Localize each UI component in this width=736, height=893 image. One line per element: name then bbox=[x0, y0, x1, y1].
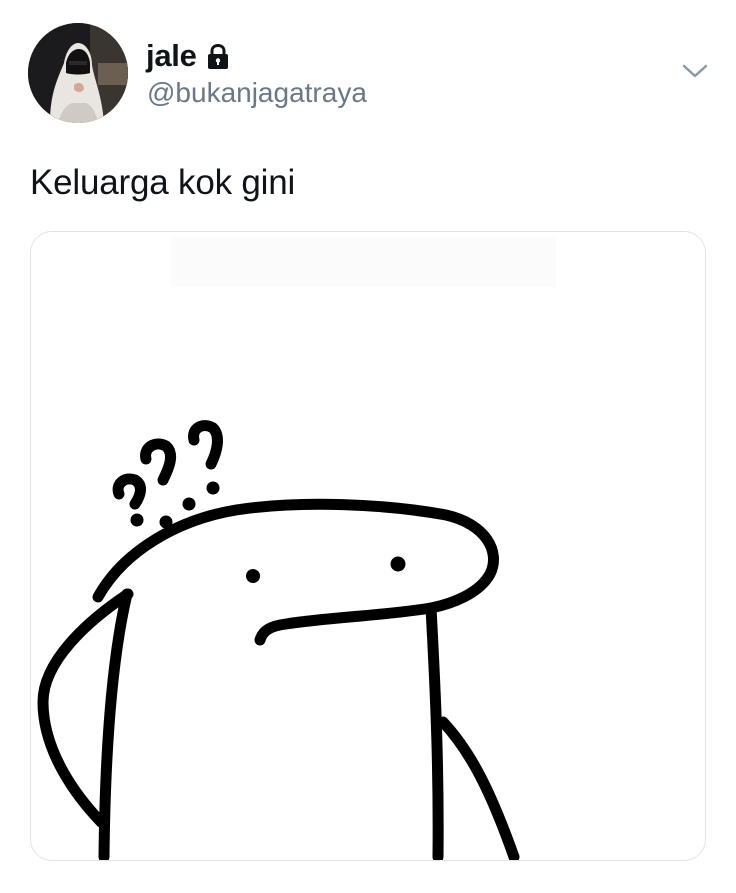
question-mark-dot-2 bbox=[159, 515, 173, 529]
avatar-image bbox=[28, 23, 128, 123]
question-mark-dot-1 bbox=[130, 513, 144, 527]
avatar[interactable] bbox=[28, 23, 128, 123]
tweet-media[interactable] bbox=[30, 231, 706, 861]
chevron-down-icon[interactable] bbox=[680, 58, 710, 84]
user-handle[interactable]: @bukanjagatraya bbox=[147, 76, 367, 110]
display-name-row[interactable]: jale bbox=[146, 36, 231, 76]
question-mark-dot-3 bbox=[182, 497, 196, 511]
tweet: jale @bukanjagatraya Keluarga kok gini bbox=[0, 0, 736, 893]
tweet-text: Keluarga kok gini bbox=[30, 163, 296, 202]
left-eye bbox=[246, 569, 260, 583]
right-eye bbox=[390, 556, 406, 572]
meme-drawing bbox=[31, 232, 705, 860]
display-name[interactable]: jale bbox=[146, 36, 197, 76]
question-mark-dot-4 bbox=[206, 481, 220, 495]
lock-icon bbox=[205, 43, 231, 71]
